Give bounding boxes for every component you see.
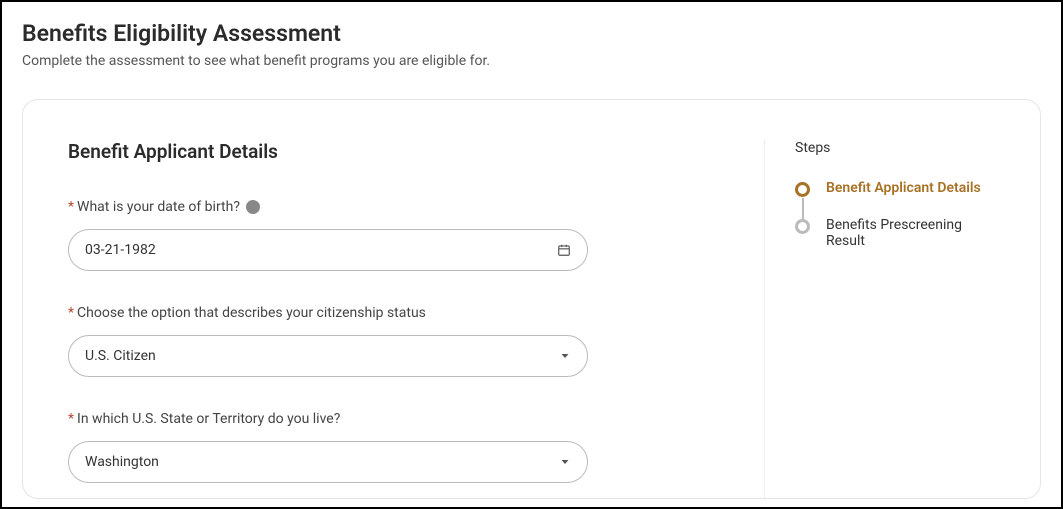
step-prescreening-result[interactable]: Benefits Prescreening Result — [795, 217, 995, 269]
state-select[interactable]: Washington — [68, 441, 588, 483]
steps-column: Steps Benefit Applicant Details Benefits… — [765, 140, 995, 498]
state-label-text: In which U.S. State or Territory do you … — [77, 411, 340, 427]
dob-field: * What is your date of birth? 03-21-1982 — [68, 199, 724, 271]
dob-label-text: What is your date of birth? — [77, 199, 240, 215]
step-label: Benefit Applicant Details — [826, 180, 981, 196]
citizenship-value: U.S. Citizen — [85, 348, 559, 364]
state-value: Washington — [85, 454, 559, 470]
calendar-icon[interactable] — [557, 243, 571, 257]
citizenship-select[interactable]: U.S. Citizen — [68, 335, 588, 377]
step-indicator-active — [795, 182, 810, 197]
form-column: Benefit Applicant Details * What is your… — [68, 140, 765, 498]
chevron-down-icon — [559, 456, 571, 468]
assessment-card: Benefit Applicant Details * What is your… — [22, 99, 1041, 499]
dob-input[interactable]: 03-21-1982 — [68, 229, 588, 271]
citizenship-label-text: Choose the option that describes your ci… — [77, 305, 426, 321]
required-marker: * — [68, 411, 74, 427]
chevron-down-icon — [559, 350, 571, 362]
info-icon[interactable] — [246, 200, 260, 214]
page-title: Benefits Eligibility Assessment — [22, 20, 1041, 47]
section-heading: Benefit Applicant Details — [68, 140, 724, 163]
step-applicant-details[interactable]: Benefit Applicant Details — [795, 180, 995, 217]
citizenship-label: * Choose the option that describes your … — [68, 305, 724, 321]
step-label: Benefits Prescreening Result — [826, 217, 995, 249]
page-subtitle: Complete the assessment to see what bene… — [22, 53, 1041, 69]
state-field: * In which U.S. State or Territory do yo… — [68, 411, 724, 483]
citizenship-field: * Choose the option that describes your … — [68, 305, 724, 377]
steps-heading: Steps — [795, 140, 995, 156]
dob-value: 03-21-1982 — [85, 242, 557, 258]
step-indicator — [795, 219, 810, 234]
state-label: * In which U.S. State or Territory do yo… — [68, 411, 724, 427]
required-marker: * — [68, 199, 74, 215]
dob-label: * What is your date of birth? — [68, 199, 724, 215]
required-marker: * — [68, 305, 74, 321]
